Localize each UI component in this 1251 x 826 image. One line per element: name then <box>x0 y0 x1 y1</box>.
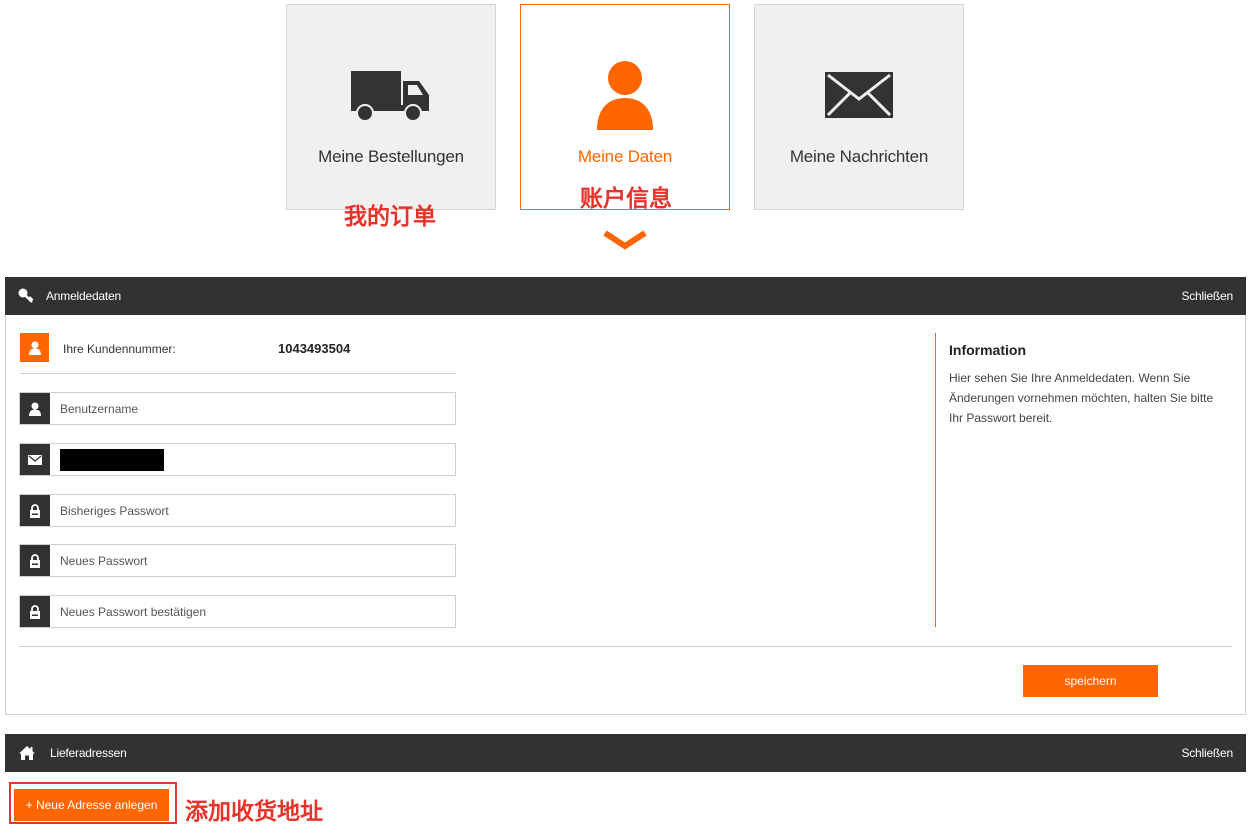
tile-label: Meine Nachrichten <box>789 147 929 166</box>
user-icon <box>20 393 50 424</box>
tile-label: Meine Bestellungen <box>318 147 464 166</box>
info-divider <box>935 333 936 627</box>
info-title: Information <box>949 342 1026 358</box>
address-panel-header: Lieferadressen Schließen <box>5 734 1246 772</box>
tile-meine-nachrichten[interactable]: Meine Nachrichten <box>754 4 964 210</box>
tile-label: Meine Daten <box>577 147 673 166</box>
panel-title: Lieferadressen <box>50 746 127 760</box>
user-icon <box>20 333 49 362</box>
old-password-input[interactable] <box>60 495 440 526</box>
tile-meine-bestellungen[interactable]: Meine Bestellungen <box>286 4 496 210</box>
truck-icon <box>287 57 495 133</box>
mail-icon <box>20 444 50 475</box>
chevron-down-icon <box>602 230 648 257</box>
login-panel-header: Anmeldedaten Schließen <box>5 277 1246 315</box>
annotation-account-info: 账户信息 <box>580 186 672 212</box>
confirm-password-input[interactable] <box>60 596 440 627</box>
home-icon <box>18 745 36 764</box>
lock-icon <box>20 545 50 576</box>
new-password-input[interactable] <box>60 545 440 576</box>
key-icon <box>17 287 35 308</box>
divider <box>19 646 1232 647</box>
redacted-email <box>60 449 164 471</box>
info-text: Hier sehen Sie Ihre Anmeldedaten. Wenn S… <box>949 371 1214 425</box>
old-password-field <box>19 494 456 527</box>
divider <box>20 373 456 374</box>
username-input[interactable] <box>60 393 440 424</box>
close-link[interactable]: Schließen <box>1181 289 1233 303</box>
annotation-orders: 我的订单 <box>344 204 436 230</box>
envelope-icon <box>755 57 963 133</box>
user-icon <box>521 57 729 133</box>
save-button[interactable]: speichern <box>1023 665 1158 697</box>
lock-icon <box>20 495 50 526</box>
email-field <box>19 443 456 476</box>
annotation-add-address: 添加收货地址 <box>185 799 323 825</box>
close-link[interactable]: Schließen <box>1181 746 1233 760</box>
lock-icon <box>20 596 50 627</box>
new-address-button[interactable]: + Neue Adresse anlegen <box>14 789 169 821</box>
customer-number-value: 1043493504 <box>278 341 351 356</box>
confirm-password-field <box>19 595 456 628</box>
new-password-field <box>19 544 456 577</box>
username-field <box>19 392 456 425</box>
panel-title: Anmeldedaten <box>46 289 121 303</box>
customer-number-label: Ihre Kundennummer: <box>63 342 176 356</box>
